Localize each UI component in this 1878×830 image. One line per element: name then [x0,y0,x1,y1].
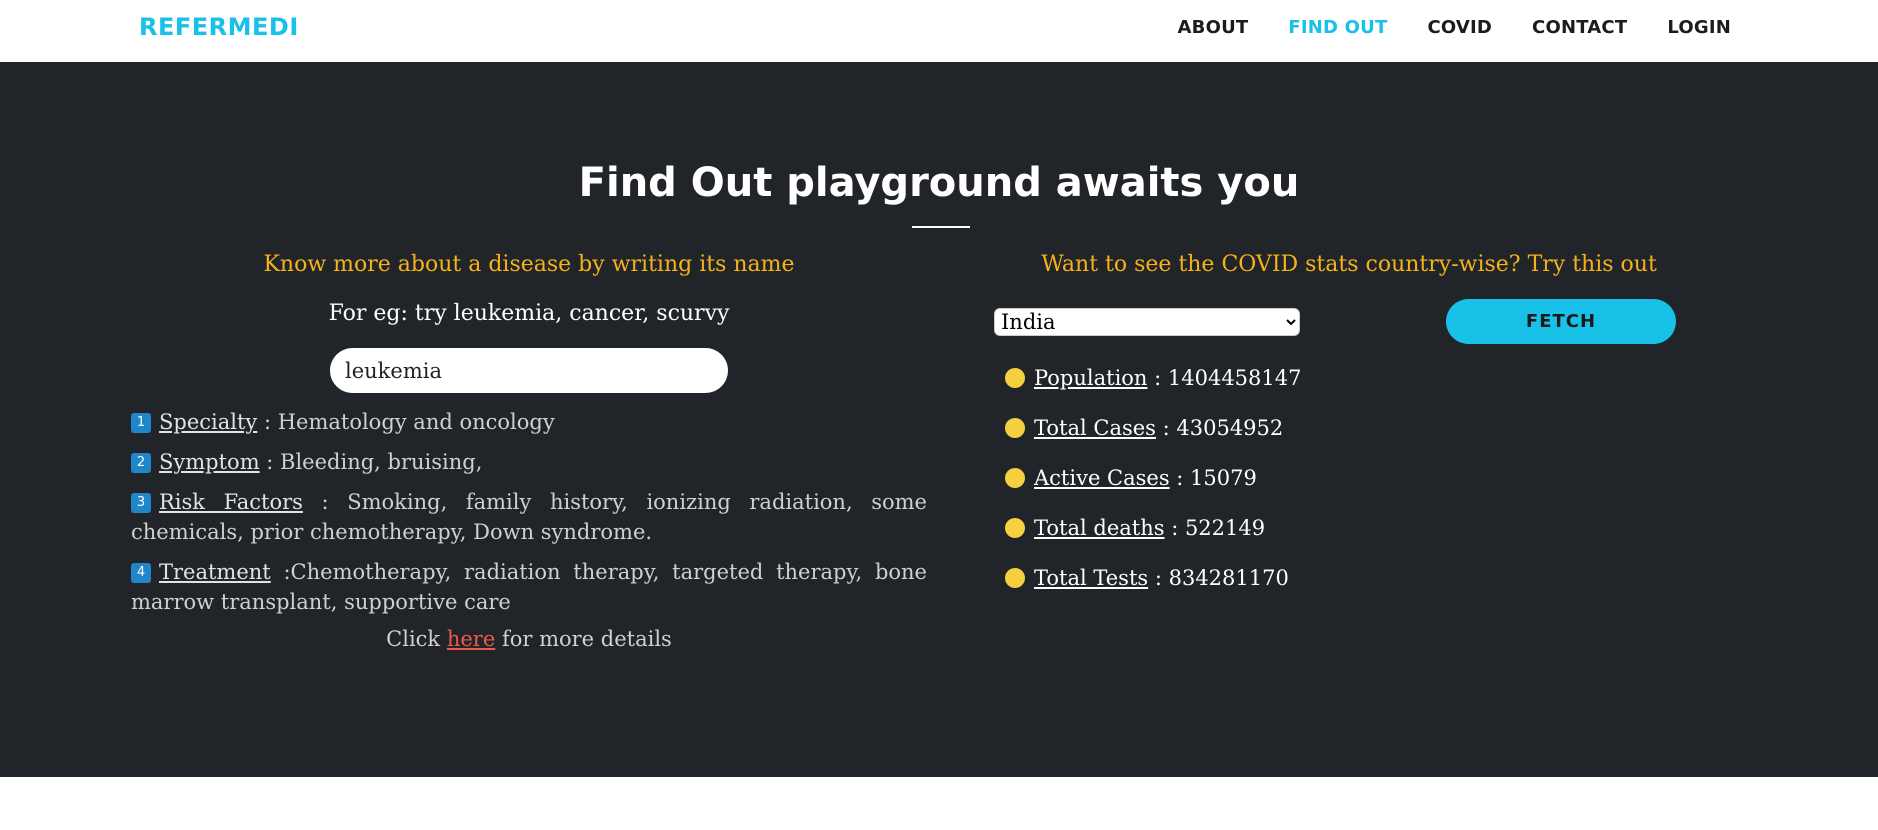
page-title: Find Out playground awaits you [578,160,1300,206]
covid-controls: India FETCH [994,299,1704,347]
yellow-circle-icon [1005,368,1025,388]
fact-treatment: 4 Treatment :Chemotherapy, radiation ther… [131,557,927,617]
disease-panel: Know more about a disease by writing its… [131,252,927,651]
stat-label-total-cases: Total Cases [1034,416,1156,440]
stat-value-active-cases: : 15079 [1169,466,1257,490]
fact-value-specialty: : Hematology and oncology [257,410,555,434]
navbar: REFERMEDI ABOUT FIND OUT COVID CONTACT L… [0,0,1878,62]
yellow-circle-icon [1005,468,1025,488]
fact-label-symptom: Symptom [159,450,260,474]
number-three-icon: 3 [131,493,151,513]
fetch-button[interactable]: FETCH [1446,299,1676,344]
stat-label-total-tests: Total Tests [1034,566,1149,590]
disease-search-wrap [131,348,927,393]
number-four-icon: 4 [131,563,151,583]
yellow-circle-icon [1005,418,1025,438]
stat-value-total-deaths: : 522149 [1164,516,1266,540]
covid-stats: Population : 1404458147 Total Cases : 43… [994,353,1704,603]
disease-search-input[interactable] [330,348,728,393]
yellow-circle-icon [1005,568,1025,588]
nav-link-about[interactable]: ABOUT [1178,17,1249,38]
yellow-circle-icon [1005,518,1025,538]
nav-link-contact[interactable]: CONTACT [1532,17,1627,38]
fact-label-treatment: Treatment [159,560,271,584]
number-two-icon: 2 [131,453,151,473]
stat-total-tests: Total Tests : 834281170 [994,553,1704,603]
disease-example-hint: For eg: try leukemia, cancer, scurvy [328,301,730,326]
covid-heading: Want to see the COVID stats country-wise… [1041,252,1657,277]
number-one-icon: 1 [131,413,151,433]
country-select[interactable]: India [994,308,1300,336]
fact-label-risk-factors: Risk Factors [159,490,303,514]
more-details-suffix: for more details [495,627,672,651]
stat-population: Population : 1404458147 [994,353,1704,403]
stat-total-cases: Total Cases : 43054952 [994,403,1704,453]
more-details-link[interactable]: here [447,627,495,651]
nav-link-find-out[interactable]: FIND OUT [1288,17,1387,38]
stat-total-deaths: Total deaths : 522149 [994,503,1704,553]
stat-value-population: : 1404458147 [1147,366,1302,390]
stat-active-cases: Active Cases : 15079 [994,453,1704,503]
more-details-prefix: Click [386,627,447,651]
fact-value-symptom: : Bleeding, bruising, [259,450,483,474]
nav-links: ABOUT FIND OUT COVID CONTACT LOGIN [1178,17,1731,38]
more-details: Click here for more details [131,627,927,651]
stat-label-total-deaths: Total deaths [1034,516,1165,540]
stat-label-active-cases: Active Cases [1034,466,1170,490]
title-divider [912,226,970,228]
nav-link-covid[interactable]: COVID [1427,17,1492,38]
nav-link-login[interactable]: LOGIN [1667,17,1731,38]
stat-label-population: Population [1034,366,1148,390]
disease-facts: 1 Specialty : Hematology and oncology 2 Sy… [131,407,927,617]
fact-risk-factors: 3 Risk Factors : Smoking, family history,… [131,487,927,547]
disease-heading: Know more about a disease by writing its… [263,252,795,277]
fact-specialty: 1 Specialty : Hematology and oncology [131,407,927,437]
fact-symptom: 2 Symptom : Bleeding, bruising, [131,447,927,477]
find-out-section: Find Out playground awaits you Know more… [0,62,1878,777]
stat-value-total-tests: : 834281170 [1148,566,1289,590]
fact-label-specialty: Specialty [159,410,258,434]
covid-panel: Want to see the COVID stats country-wise… [994,252,1704,603]
brand-logo[interactable]: REFERMEDI [139,13,299,41]
stat-value-total-cases: : 43054952 [1155,416,1284,440]
